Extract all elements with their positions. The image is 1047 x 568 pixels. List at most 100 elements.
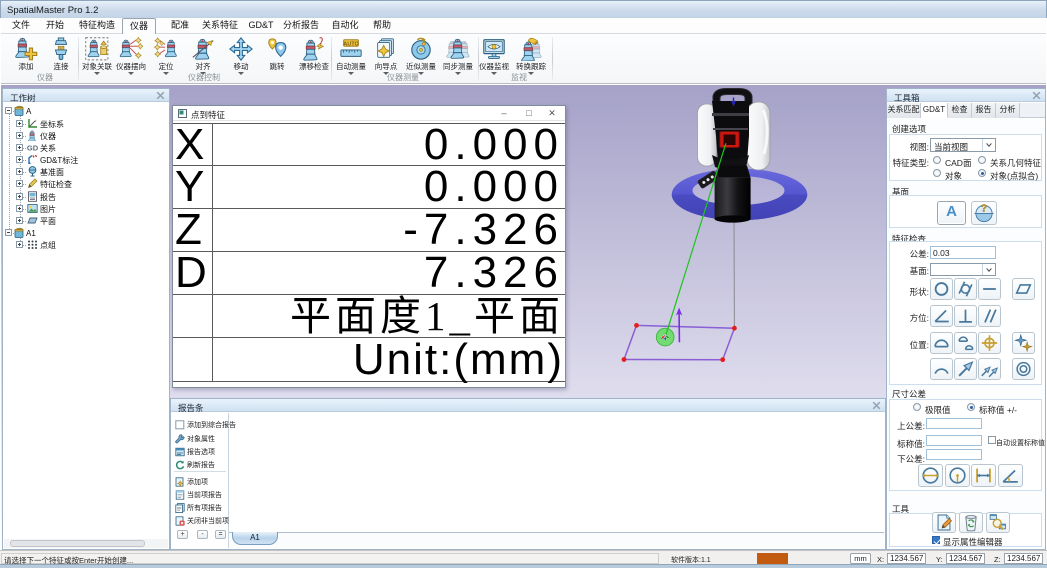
tree-node-project-10[interactable]: A1 xyxy=(3,227,169,239)
tree-expander-plus[interactable] xyxy=(16,120,23,127)
menu-item-10[interactable]: 帮助 xyxy=(367,18,397,33)
radio-object[interactable] xyxy=(933,169,941,177)
tree-expander-minus[interactable] xyxy=(5,229,12,236)
flatness-button[interactable] xyxy=(1012,278,1035,300)
chevron-down-icon[interactable] xyxy=(982,264,995,275)
edit-properties-button[interactable] xyxy=(932,512,956,533)
tree-expander-plus[interactable] xyxy=(16,217,23,224)
arc-profile-button[interactable] xyxy=(930,358,953,380)
close-icon[interactable] xyxy=(1032,91,1041,100)
tree-expander-plus[interactable] xyxy=(16,180,23,187)
dro-window[interactable]: 点到特征 – □ ✕ X0.000Y0.000Z-7.326D7.326平面度1… xyxy=(172,105,566,388)
upper-tol-input[interactable] xyxy=(926,418,982,429)
perpendicularity-button[interactable] xyxy=(954,305,977,327)
x-field[interactable]: 1234.567 xyxy=(887,553,926,564)
tree-node-plane-9[interactable]: 平面 xyxy=(3,215,169,227)
delete-button[interactable] xyxy=(959,512,983,533)
radio-cad-face[interactable] xyxy=(933,156,941,164)
auto-nominal-label[interactable]: 自动设置标称值 xyxy=(996,438,1045,448)
radio-limit-value[interactable] xyxy=(913,403,921,411)
tree-expander-plus[interactable] xyxy=(16,132,23,139)
tree-node-picture-8[interactable]: 图片 xyxy=(3,203,169,215)
report-bar-header[interactable]: 报告条 xyxy=(171,399,885,412)
radio-object-label[interactable]: 对象 xyxy=(945,170,962,182)
worktree-header[interactable]: 工作树 xyxy=(3,89,169,102)
menu-item-2[interactable]: 开始 xyxy=(40,18,70,33)
cylindricity-button[interactable] xyxy=(954,278,977,300)
nominal-input[interactable] xyxy=(926,435,982,446)
ribbon-button-sync-measure[interactable]: 同步测量 xyxy=(439,35,477,80)
show-property-editor-checkbox[interactable] xyxy=(932,536,940,544)
tree-node-featurecheck-6[interactable]: 特征检查 xyxy=(3,178,169,190)
report-mini-button-3[interactable]: = xyxy=(215,530,226,539)
line-profile-button[interactable] xyxy=(954,332,977,354)
toolbox-tab-2[interactable]: GD&T xyxy=(921,103,948,118)
datum-a-button[interactable]: A xyxy=(937,201,966,225)
ribbon-button-auto-measure[interactable]: AUTO 自动测量 xyxy=(332,35,370,80)
datum-unknown-button[interactable]: ? xyxy=(971,201,997,225)
menu-item-7[interactable]: GD&T xyxy=(246,18,276,33)
report-mini-button-2[interactable]: - xyxy=(197,530,208,539)
straightness-button[interactable] xyxy=(978,278,1001,300)
worktree-hscrollbar[interactable] xyxy=(4,539,168,548)
radio-object-point-fit-label[interactable]: 对象(点拟合) xyxy=(990,170,1038,182)
tree-node-gdt-4[interactable]: GD&T标注 xyxy=(3,154,169,166)
y-field[interactable]: 1234.567 xyxy=(946,553,985,564)
radio-object-point-fit[interactable] xyxy=(978,169,986,177)
maximize-button[interactable]: □ xyxy=(518,106,540,121)
ribbon-button-jump[interactable]: 跳转 xyxy=(258,35,296,80)
toolbox-tab-1[interactable]: 关系匹配 xyxy=(887,103,921,118)
minimize-button[interactable]: – xyxy=(493,106,515,121)
menu-item-6[interactable]: 关系特征 xyxy=(197,18,243,33)
circular-runout-button[interactable] xyxy=(954,358,977,380)
dim-diameter-button[interactable] xyxy=(918,464,943,487)
dim-radius-button[interactable] xyxy=(945,464,970,487)
menu-item-9[interactable]: 自动化 xyxy=(326,18,364,33)
auto-nominal-checkbox[interactable] xyxy=(988,436,996,444)
radio-cad-face-label[interactable]: CAD面 xyxy=(945,157,971,169)
tree-node-project-0[interactable]: A xyxy=(3,105,169,117)
menu-item-5[interactable]: 配准 xyxy=(165,18,195,33)
close-button[interactable]: ✕ xyxy=(541,106,563,121)
angularity-button[interactable] xyxy=(930,305,953,327)
radio-relation-feature-label[interactable]: 关系几何特征 xyxy=(990,157,1041,169)
tolerance-input[interactable]: 0.03 xyxy=(930,246,996,259)
tree-node-axes-1[interactable]: 坐标系 xyxy=(3,118,169,130)
circularity-button[interactable] xyxy=(930,278,953,300)
view-select[interactable]: 当前视图 xyxy=(930,138,996,152)
dim-distance-button[interactable] xyxy=(971,464,996,487)
ribbon-button-instrument-orientation[interactable]: 仪器摆向 xyxy=(112,35,150,80)
tree-expander-plus[interactable] xyxy=(16,168,23,175)
close-icon[interactable] xyxy=(872,401,881,410)
find-properties-button[interactable] xyxy=(986,512,1010,533)
z-field[interactable]: 1234.567 xyxy=(1004,553,1043,564)
unit-button[interactable]: mm xyxy=(850,553,871,564)
toolbox-tab-5[interactable]: 分析 xyxy=(996,103,1020,118)
tree-node-report-7[interactable]: 报告 xyxy=(3,191,169,203)
lower-tol-input[interactable] xyxy=(926,449,982,460)
menu-item-3[interactable]: 特征构造 xyxy=(74,18,120,33)
tree-node-pointgroup-11[interactable]: 点组 xyxy=(3,239,169,251)
radio-relation-feature[interactable] xyxy=(978,156,986,164)
menu-item-1[interactable]: 文件 xyxy=(6,18,36,33)
radio-nominal-value[interactable] xyxy=(967,403,975,411)
total-runout-button[interactable] xyxy=(978,358,1001,380)
toolbox-header[interactable]: 工具箱 xyxy=(887,89,1045,102)
tree-node-relation-3[interactable]: GD关系 xyxy=(3,142,169,154)
tree-expander-plus[interactable] xyxy=(16,241,23,248)
tree-expander-plus[interactable] xyxy=(16,156,23,163)
toolbox-tab-3[interactable]: 检查 xyxy=(948,103,972,118)
ribbon-button-object-link[interactable]: 对象关联 xyxy=(78,35,116,80)
radio-limit-value-label[interactable]: 极限值 xyxy=(925,404,951,416)
concentricity-button[interactable] xyxy=(1012,358,1035,380)
tree-expander-minus[interactable] xyxy=(5,107,12,114)
chevron-down-icon[interactable] xyxy=(982,139,995,151)
position-button[interactable] xyxy=(978,332,1001,354)
dim-angle-button[interactable] xyxy=(998,464,1023,487)
menu-item-4[interactable]: 仪器 xyxy=(122,18,156,34)
tree-expander-plus[interactable] xyxy=(16,193,23,200)
tree-expander-plus[interactable] xyxy=(16,205,23,212)
show-property-editor-label[interactable]: 显示属性编辑器 xyxy=(943,536,1003,548)
toolbox-tab-4[interactable]: 报告 xyxy=(972,103,996,118)
surface-profile-button[interactable] xyxy=(930,332,953,354)
